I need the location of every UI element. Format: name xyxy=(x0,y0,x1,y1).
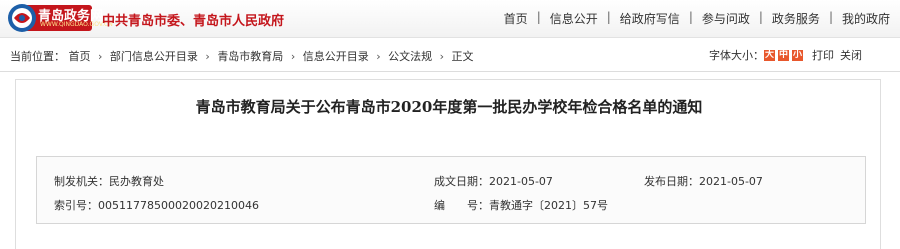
site-title: 中共青岛市委、青岛市人民政府 xyxy=(102,14,285,29)
written-date-field: 成文日期：2021-05-07 xyxy=(434,173,553,189)
close-link[interactable]: 关闭 xyxy=(840,47,862,63)
font-large-button[interactable]: 大 xyxy=(764,49,775,61)
index-label: 索引号： xyxy=(54,199,98,212)
site-logo[interactable]: 青岛政务网 WWW.QINGDAO.GOV.CN xyxy=(8,3,113,33)
font-medium-button[interactable]: 中 xyxy=(778,49,789,61)
top-header: 青岛政务网 WWW.QINGDAO.GOV.CN 中共青岛市委、青岛市人民政府 … xyxy=(0,0,900,38)
document-number-label: 编 号： xyxy=(434,199,489,212)
written-date-value: 2021-05-07 xyxy=(489,175,553,188)
article-container: 青岛市教育局关于公布青岛市2020年度第一批民办学校年检合格名单的通知 制发机关… xyxy=(15,79,881,249)
breadcrumb-item-department-catalog[interactable]: 部门信息公开目录 xyxy=(110,50,198,63)
nav-separator: | xyxy=(688,10,693,24)
breadcrumb-prefix: 当前位置： xyxy=(10,50,65,63)
nav-participate[interactable]: 参与问政 xyxy=(702,10,750,27)
publish-date-label: 发布日期： xyxy=(644,175,699,188)
issuer-value: 民办教育处 xyxy=(109,175,164,188)
breadcrumb-arrow-icon: › xyxy=(439,50,445,63)
nav-home[interactable]: 首页 xyxy=(504,10,528,27)
publish-date-field: 发布日期：2021-05-07 xyxy=(644,173,763,189)
breadcrumb: 当前位置： 首页 › 部门信息公开目录 › 青岛市教育局 › 信息公开目录 › … xyxy=(10,48,474,64)
breadcrumb-arrow-icon: › xyxy=(98,50,103,63)
nav-separator: | xyxy=(758,10,763,24)
breadcrumb-item-education-bureau[interactable]: 青岛市教育局 xyxy=(217,50,283,63)
document-metadata: 制发机关：民办教育处 成文日期：2021-05-07 发布日期：2021-05-… xyxy=(36,156,866,224)
breadcrumb-bar: 当前位置： 首页 › 部门信息公开目录 › 青岛市教育局 › 信息公开目录 › … xyxy=(0,38,900,72)
nav-separator: | xyxy=(536,10,541,24)
publish-date-value: 2021-05-07 xyxy=(699,175,763,188)
breadcrumb-item-current: 正文 xyxy=(451,50,474,63)
nav-separator: | xyxy=(606,10,611,24)
breadcrumb-item-info-catalog[interactable]: 信息公开目录 xyxy=(303,50,369,63)
nav-my-government[interactable]: 我的政府 xyxy=(842,10,890,27)
page-title: 青岛市教育局关于公布青岛市2020年度第一批民办学校年检合格名单的通知 xyxy=(195,98,703,116)
breadcrumb-arrow-icon: › xyxy=(376,50,381,63)
document-number-field: 编 号：青教通字〔2021〕57号 xyxy=(434,197,608,213)
document-number-value: 青教通字〔2021〕57号 xyxy=(489,199,608,212)
font-small-button[interactable]: 小 xyxy=(792,49,803,61)
issuer-label: 制发机关： xyxy=(54,175,109,188)
breadcrumb-item-home[interactable]: 首页 xyxy=(69,50,91,63)
breadcrumb-item-regulations[interactable]: 公文法规 xyxy=(388,50,432,63)
nav-write-to-government[interactable]: 给政府写信 xyxy=(620,10,680,27)
font-size-label: 字体大小： xyxy=(709,49,764,62)
index-field: 索引号：00511778500020020210046 xyxy=(54,197,259,213)
nav-info-disclosure[interactable]: 信息公开 xyxy=(550,10,598,27)
nav-separator: | xyxy=(828,10,833,24)
nav-government-services[interactable]: 政务服务 xyxy=(772,10,820,27)
index-value: 00511778500020020210046 xyxy=(98,199,259,212)
issuer-field: 制发机关：民办教育处 xyxy=(54,173,164,189)
breadcrumb-arrow-icon: › xyxy=(205,50,210,63)
breadcrumb-arrow-icon: › xyxy=(290,50,296,63)
top-navigation: 首页 | 信息公开 | 给政府写信 | 参与问政 | 政务服务 | 我的政府 xyxy=(504,10,890,27)
written-date-label: 成文日期： xyxy=(434,175,489,188)
page-tools: 字体大小： 大 中 小 打印 关闭 xyxy=(709,47,862,63)
print-link[interactable]: 打印 xyxy=(812,47,834,63)
